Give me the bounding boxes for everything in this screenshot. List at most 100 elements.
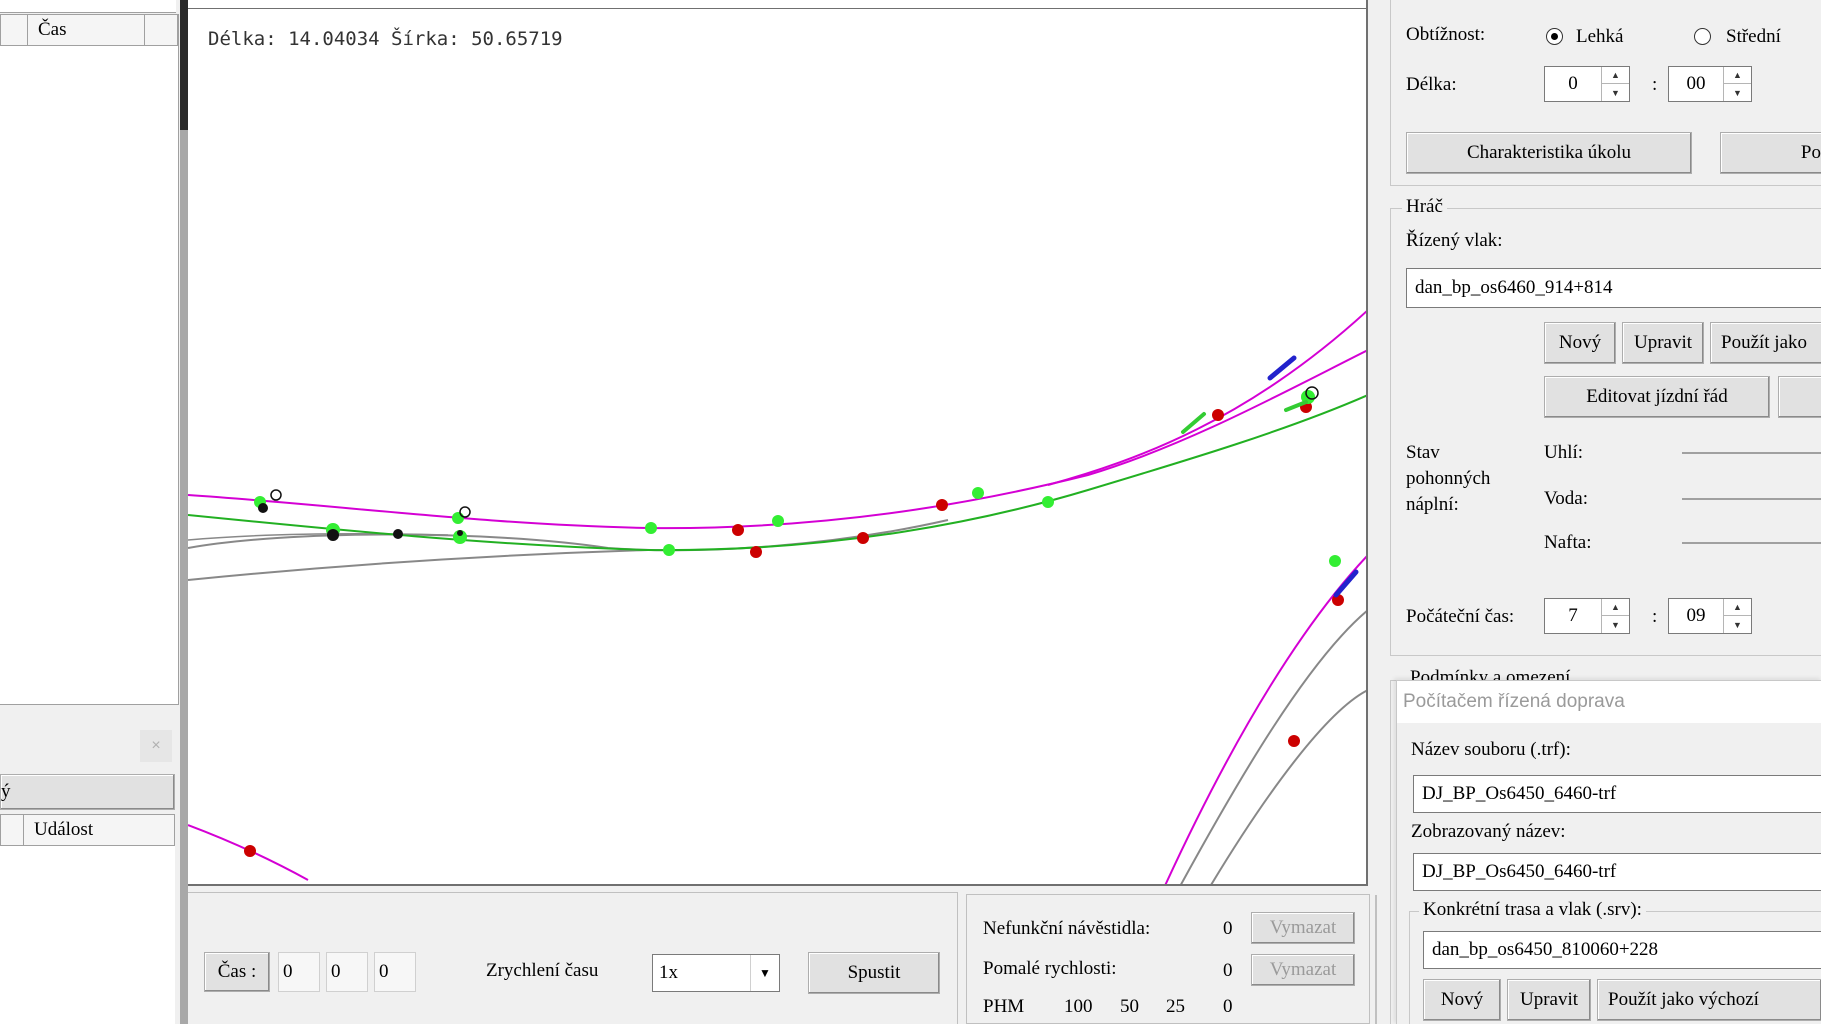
phm-label: PHM: [983, 996, 1025, 1017]
conditions-group-title: Podmínky a omezení: [1406, 667, 1575, 681]
water-label: Voda:: [1544, 488, 1588, 509]
track-grey-4: [1180, 610, 1366, 884]
difficulty-easy-label[interactable]: Lehká: [1576, 26, 1623, 48]
top-list-header-strip: [0, 0, 176, 13]
spin-up-icon[interactable]: ▲: [1724, 599, 1751, 616]
route-edit-label: Upravit: [1519, 989, 1579, 1010]
clear-slow-label: Vymazat: [1269, 959, 1337, 980]
diesel-slider[interactable]: [1682, 542, 1821, 544]
route-default-button[interactable]: Použít jako výchozí: [1597, 979, 1821, 1021]
coal-slider[interactable]: [1682, 452, 1821, 454]
red-signals: [244, 401, 1344, 857]
difficulty-medium-radio[interactable]: [1694, 28, 1711, 45]
splitter[interactable]: [180, 0, 188, 1024]
start-button[interactable]: Spustit: [808, 952, 940, 994]
signal-green: [772, 515, 784, 527]
event-column-header-stub[interactable]: [0, 814, 24, 846]
phm-value-50: 50: [1120, 996, 1139, 1017]
spin-down-icon[interactable]: ▼: [1724, 616, 1751, 633]
map-canvas[interactable]: [188, 0, 1368, 886]
column-header-left-stub[interactable]: [0, 14, 28, 46]
train-label: Řízený vlak:: [1406, 230, 1503, 251]
train-edit-button[interactable]: Upravit: [1622, 322, 1704, 364]
clock-markers: [270, 386, 1319, 518]
speed-select[interactable]: 1x ▼: [652, 954, 780, 992]
difficulty-label: Obtížnost:: [1406, 24, 1486, 45]
time-button[interactable]: Čas :: [204, 952, 270, 992]
chevron-down-icon[interactable]: ▼: [750, 955, 779, 991]
traffic-panel-titlebar[interactable]: Počítačem řízená doprava: [1397, 681, 1821, 723]
difficulty-medium-label[interactable]: Střední: [1726, 26, 1781, 48]
traffic-display-input[interactable]: DJ_BP_Os6450_6460-trf: [1413, 853, 1821, 891]
phm-value-0: 0: [1223, 996, 1233, 1017]
time-minutes-input[interactable]: 0: [326, 952, 368, 992]
length-minutes-spinner[interactable]: 00 ▲ ▼: [1668, 66, 1752, 102]
traffic-display-label: Zobrazovaný název:: [1411, 821, 1566, 842]
right-separator: [1375, 895, 1377, 1024]
clear-signals-label: Vymazat: [1269, 917, 1337, 938]
difficulty-easy-radio[interactable]: [1546, 28, 1563, 45]
water-slider[interactable]: [1682, 498, 1821, 500]
train-new-button[interactable]: Nový: [1544, 322, 1616, 364]
clock-icon: [459, 506, 471, 518]
train-blue: [1267, 355, 1297, 381]
signals-label: Nefunkční návěstidla:: [983, 918, 1151, 939]
spin-up-icon[interactable]: ▲: [1602, 67, 1629, 84]
timetable-button[interactable]: Editovat jízdní řád: [1544, 376, 1770, 418]
spin-down-icon[interactable]: ▼: [1724, 84, 1751, 101]
length-hours-spinner[interactable]: 0 ▲ ▼: [1544, 66, 1630, 102]
clear-signals-button[interactable]: Vymazat: [1251, 912, 1355, 944]
length-label: Délka:: [1406, 74, 1457, 95]
cut-off-button[interactable]: Po: [1720, 132, 1821, 174]
map-view[interactable]: Délka: 14.04034 Šírka: 50.65719: [188, 0, 1368, 886]
task-characteristic-button[interactable]: Charakteristika úkolu: [1406, 132, 1692, 174]
traffic-panel-title: Počítačem řízená doprava: [1403, 691, 1625, 712]
event-list[interactable]: Událost: [0, 814, 175, 1024]
time-hours-input[interactable]: 0: [278, 952, 320, 992]
column-header-right-stub[interactable]: [144, 14, 178, 46]
train-use-as-label: Použít jako: [1721, 332, 1808, 353]
spin-up-icon[interactable]: ▲: [1602, 599, 1629, 616]
diesel-label: Nafta:: [1544, 532, 1592, 553]
event-panel-close-button[interactable]: ×: [140, 730, 172, 762]
start-time-hours-spinner[interactable]: 7 ▲ ▼: [1544, 598, 1630, 634]
train-use-as-button[interactable]: Použít jako: [1710, 322, 1821, 364]
route-group-title: Konkrétní trasa a vlak (.srv):: [1419, 899, 1646, 921]
event-column-header-event[interactable]: Událost: [23, 814, 175, 846]
column-header-time[interactable]: Čas: [27, 14, 145, 46]
signal-red: [936, 499, 948, 511]
length-hours-value: 0: [1568, 73, 1578, 94]
route-new-label: Nový: [1440, 989, 1484, 1010]
top-list[interactable]: Čas: [0, 14, 179, 705]
spin-down-icon[interactable]: ▼: [1602, 616, 1629, 633]
route-new-button[interactable]: Nový: [1423, 979, 1501, 1021]
fuel-label: Stav pohonných náplní:: [1406, 442, 1491, 515]
start-time-minutes-value: 09: [1686, 605, 1706, 626]
train-input[interactable]: dan_bp_os6460_914+814: [1406, 268, 1821, 308]
bottom-bar: Čas : 0 0 0 Zrychlení času 1x ▼ Spustit …: [188, 888, 1370, 1024]
route-input[interactable]: dan_bp_os6450_810060+228: [1423, 931, 1821, 969]
event-panel-tab[interactable]: ý: [0, 774, 175, 810]
traffic-panel: Počítačem řízená doprava Název souboru (…: [1396, 680, 1821, 1024]
splitter-dark-top: [180, 0, 188, 130]
signal-red: [750, 546, 762, 558]
start-time-colon: :: [1652, 606, 1658, 627]
speed-label: Zrychlení času: [486, 960, 599, 981]
start-time-hours-value: 7: [1568, 605, 1578, 626]
start-time-label: Počáteční čas:: [1406, 606, 1515, 627]
spin-up-icon[interactable]: ▲: [1724, 67, 1751, 84]
route-magenta-main: [188, 349, 1366, 530]
slow-label: Pomalé rychlosti:: [983, 958, 1117, 979]
route-default-label: Použít jako výchozí: [1608, 989, 1759, 1010]
time-seconds-input[interactable]: 0: [374, 952, 416, 992]
start-time-minutes-spinner[interactable]: 09 ▲ ▼: [1668, 598, 1752, 634]
route-edit-button[interactable]: Upravit: [1507, 979, 1591, 1021]
traffic-file-input[interactable]: DJ_BP_Os6450_6460-trf: [1413, 775, 1821, 813]
marker-black: [393, 529, 403, 539]
timetable-label: Editovat jízdní řád: [1586, 386, 1728, 407]
clear-slow-button[interactable]: Vymazat: [1251, 954, 1355, 986]
timetable-extra-button[interactable]: [1778, 376, 1821, 418]
spin-down-icon[interactable]: ▼: [1602, 84, 1629, 101]
train-new-label: Nový: [1558, 332, 1602, 353]
slow-count: 0: [1223, 960, 1233, 981]
